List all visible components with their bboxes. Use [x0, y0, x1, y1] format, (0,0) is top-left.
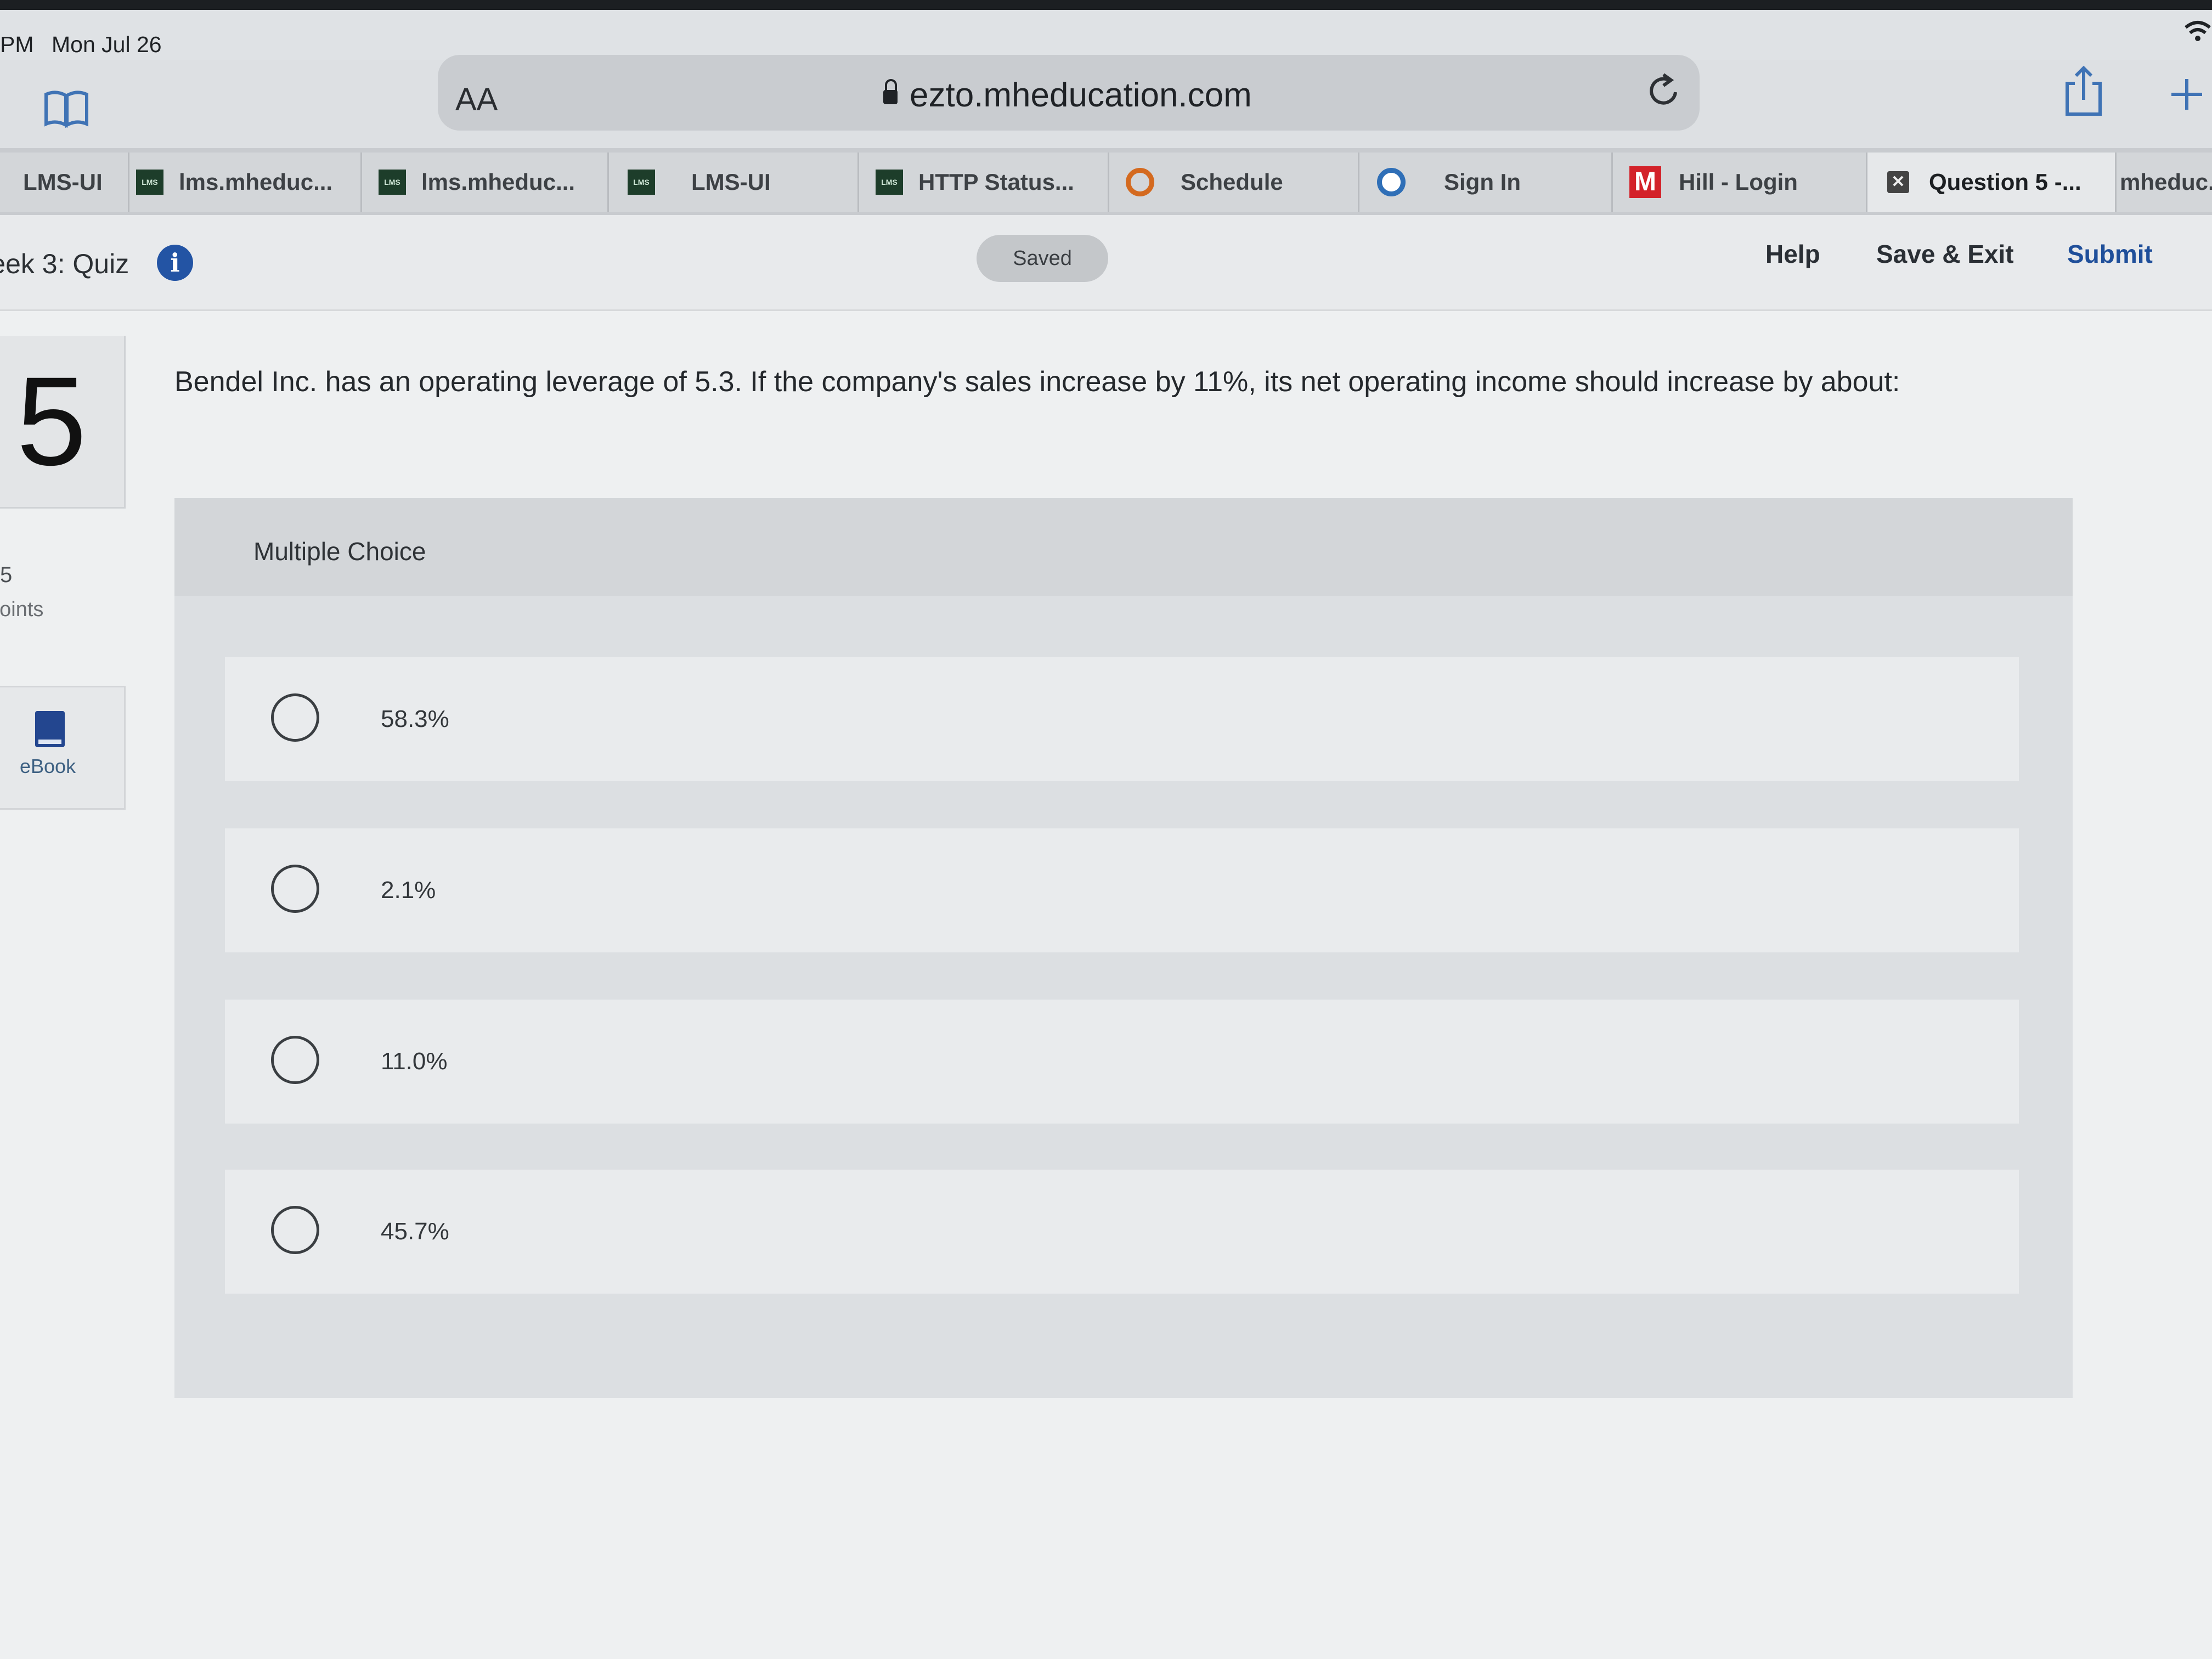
submit-link[interactable]: Submit	[2067, 239, 2153, 269]
multiple-choice-label: Multiple Choice	[253, 537, 426, 566]
close-tab-icon[interactable]: ✕	[1887, 171, 1909, 193]
answer-text: 45.7%	[381, 1218, 449, 1245]
tab-schedule[interactable]: Schedule	[1109, 153, 1359, 212]
lms-icon: LMS	[876, 170, 903, 195]
tab-label: lms.mheduc...	[179, 169, 333, 195]
lms-icon: LMS	[628, 170, 655, 195]
share-icon[interactable]	[2064, 65, 2103, 117]
radio-button[interactable]	[271, 1036, 319, 1084]
tab-label: lms.mheduc...	[421, 169, 575, 195]
answer-option[interactable]: 11.0%	[225, 1000, 2019, 1124]
question-number: 5	[16, 351, 87, 492]
q-icon	[1126, 168, 1154, 196]
reader-aa-button[interactable]: AA	[455, 81, 498, 118]
answer-text: 11.0%	[381, 1048, 448, 1075]
tab-label: LMS-UI	[23, 169, 103, 195]
wifi-icon	[2185, 21, 2211, 41]
answer-text: 2.1%	[381, 877, 436, 904]
tab-label: mheduc.	[2120, 169, 2212, 195]
ebook-label: eBook	[20, 755, 76, 777]
saved-badge: Saved	[977, 235, 1108, 282]
points-label: points	[0, 598, 44, 621]
reload-icon[interactable]	[1647, 71, 1682, 111]
lms-icon: LMS	[136, 170, 163, 195]
tab-lms-ui[interactable]: LMS-UI	[0, 153, 129, 212]
radio-button[interactable]	[271, 865, 319, 913]
ebook-button[interactable]	[0, 686, 126, 810]
status-time: PM	[0, 32, 34, 57]
info-icon[interactable]: i	[157, 245, 193, 281]
lock-icon	[883, 79, 898, 104]
tab-label: LMS-UI	[691, 169, 771, 195]
help-link[interactable]: Help	[1765, 239, 1820, 269]
screen-edge	[0, 0, 2212, 10]
quiz-title: Week 3: Quiz	[0, 249, 129, 279]
tab-label: Hill - Login	[1679, 169, 1798, 195]
m-icon: M	[1629, 166, 1661, 198]
multiple-choice-header	[174, 498, 2073, 596]
tab-question-5[interactable]: ✕ Question 5 -...	[1867, 153, 2117, 212]
tab-hill-login[interactable]: M Hill - Login	[1613, 153, 1867, 212]
book-icon[interactable]	[44, 89, 89, 128]
tab-label: Sign In	[1444, 169, 1521, 195]
tab-http-status[interactable]: LMS HTTP Status...	[859, 153, 1109, 212]
ebook-icon	[35, 711, 65, 747]
tab-lms-mheduc-2[interactable]: LMS lms.mheduc...	[362, 153, 609, 212]
radio-button[interactable]	[271, 693, 319, 742]
tab-lms-ui-2[interactable]: LMS LMS-UI	[609, 153, 859, 212]
answer-option[interactable]: 45.7%	[225, 1170, 2019, 1294]
tab-mheduc[interactable]: mheduc.	[2117, 153, 2212, 212]
lms-icon: LMS	[379, 170, 406, 195]
answer-option[interactable]: 58.3%	[225, 657, 2019, 781]
question-text: Bendel Inc. has an operating leverage of…	[174, 366, 1900, 398]
tab-lms-mheduc-1[interactable]: LMS lms.mheduc...	[129, 153, 362, 212]
ring-icon	[1377, 168, 1406, 196]
radio-button[interactable]	[271, 1206, 319, 1254]
points-value: 5	[0, 563, 13, 587]
tab-label: Schedule	[1181, 169, 1283, 195]
answer-text: 58.3%	[381, 706, 449, 732]
status-date: Mon Jul 26	[52, 32, 162, 57]
tab-label: Question 5 -...	[1929, 169, 2081, 195]
url-text: ezto.mheducation.com	[910, 76, 1252, 114]
save-exit-link[interactable]: Save & Exit	[1876, 239, 2014, 269]
plus-icon[interactable]	[2169, 77, 2204, 112]
url-field[interactable]: ezto.mheducation.com	[883, 76, 1252, 115]
tab-sign-in[interactable]: Sign In	[1359, 153, 1613, 212]
answer-option[interactable]: 2.1%	[225, 828, 2019, 952]
tab-label: HTTP Status...	[918, 169, 1074, 195]
